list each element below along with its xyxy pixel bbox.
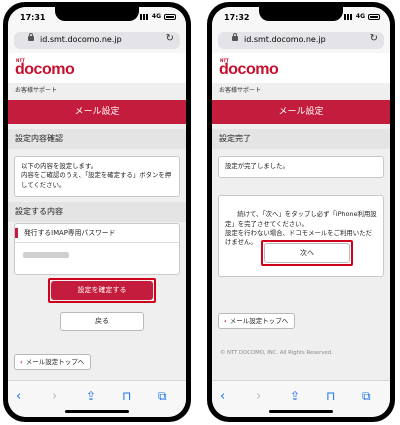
- password-label: 発行するIMAP専用パスワード: [15, 228, 115, 238]
- back-icon[interactable]: ‹: [220, 389, 225, 404]
- confirm-message: 以下の内容を設定します。 内容をご確認のうえ、「設定を確定する」ボタンを押してく…: [14, 156, 180, 197]
- back-button[interactable]: 戻る: [60, 312, 144, 331]
- tabs-icon[interactable]: ⧉: [362, 389, 371, 404]
- right-screen: 17:32 4G id.smt.docomo.ne.jp ↻ NTT docom…: [212, 7, 390, 417]
- confirm-settings-button[interactable]: 設定を確定する: [51, 281, 153, 300]
- status-time: 17:32: [224, 13, 250, 22]
- top-link-label: メール設定トップへ: [25, 358, 85, 366]
- status-icons: 4G: [139, 13, 176, 20]
- page-title: メール設定: [212, 100, 390, 124]
- tabs-icon[interactable]: ⧉: [158, 389, 167, 404]
- lock-icon: [28, 33, 34, 41]
- address-bar: id.smt.docomo.ne.jp ↻: [212, 29, 390, 53]
- top-link-label: メール設定トップへ: [229, 317, 289, 325]
- bookmarks-icon[interactable]: ⊓: [122, 389, 131, 403]
- browser-toolbar: ‹ › ⇪ ⊓ ⧉: [212, 380, 390, 417]
- chevron-left-icon: ‹: [224, 317, 227, 325]
- next-button[interactable]: 次へ: [264, 243, 350, 263]
- reload-icon[interactable]: ↻: [166, 33, 174, 44]
- docomo-logo[interactable]: docomo: [219, 61, 279, 79]
- brand-header: NTT docomo: [8, 53, 186, 83]
- copyright: © NTT DOCOMO, INC. All Rights Reserved.: [220, 350, 333, 356]
- forward-icon[interactable]: ›: [52, 389, 57, 404]
- address-bar: id.smt.docomo.ne.jp ↻: [8, 29, 186, 53]
- url-text: id.smt.docomo.ne.jp: [244, 35, 326, 44]
- reload-icon[interactable]: ↻: [370, 33, 378, 44]
- signal-icon: [139, 13, 149, 20]
- network-label: 4G: [151, 13, 161, 20]
- home-indicator: [65, 410, 129, 413]
- status-time: 17:31: [20, 13, 46, 22]
- password-value-masked: [23, 252, 69, 258]
- confirm-heading: 設定内容確認: [8, 129, 186, 149]
- status-icons: 4G: [343, 13, 380, 20]
- url-text: id.smt.docomo.ne.jp: [40, 35, 122, 44]
- left-screen: 17:31 4G id.smt.docomo.ne.jp ↻ NTT docom…: [8, 7, 186, 417]
- brand-header: NTT docomo: [212, 53, 390, 83]
- done-message: 設定が完了しました。: [218, 156, 384, 178]
- password-panel: 発行するIMAP専用パスワード: [14, 223, 180, 275]
- share-icon[interactable]: ⇪: [86, 389, 96, 403]
- browser-toolbar: ‹ › ⇪ ⊓ ⧉: [8, 380, 186, 417]
- notch: [55, 7, 139, 21]
- url-field[interactable]: id.smt.docomo.ne.jp ↻: [218, 32, 384, 49]
- right-phone: 17:32 4G id.smt.docomo.ne.jp ↻ NTT docom…: [207, 2, 395, 422]
- bookmarks-icon[interactable]: ⊓: [326, 389, 335, 403]
- back-icon[interactable]: ‹: [16, 389, 21, 404]
- breadcrumb[interactable]: お客様サポート: [15, 85, 57, 94]
- mail-settings-top-link[interactable]: ‹ メール設定トップへ: [218, 313, 296, 329]
- url-field[interactable]: id.smt.docomo.ne.jp ↻: [14, 32, 180, 49]
- share-icon[interactable]: ⇪: [290, 389, 300, 403]
- docomo-logo[interactable]: docomo: [15, 61, 75, 79]
- divider: [15, 242, 179, 243]
- network-label: 4G: [355, 13, 365, 20]
- left-phone: 17:31 4G id.smt.docomo.ne.jp ↻ NTT docom…: [3, 2, 191, 422]
- mail-settings-top-link[interactable]: ‹ メール設定トップへ: [14, 354, 92, 370]
- page-title: メール設定: [8, 100, 186, 124]
- battery-icon: [368, 13, 380, 20]
- breadcrumb[interactable]: お客様サポート: [219, 85, 261, 94]
- signal-icon: [343, 13, 353, 20]
- battery-icon: [164, 13, 176, 20]
- settings-heading: 設定する内容: [8, 202, 186, 222]
- home-indicator: [269, 410, 333, 413]
- done-heading: 設定完了: [212, 129, 390, 149]
- lock-icon: [232, 33, 238, 41]
- forward-icon[interactable]: ›: [256, 389, 261, 404]
- chevron-left-icon: ‹: [20, 358, 23, 366]
- notch: [259, 7, 343, 21]
